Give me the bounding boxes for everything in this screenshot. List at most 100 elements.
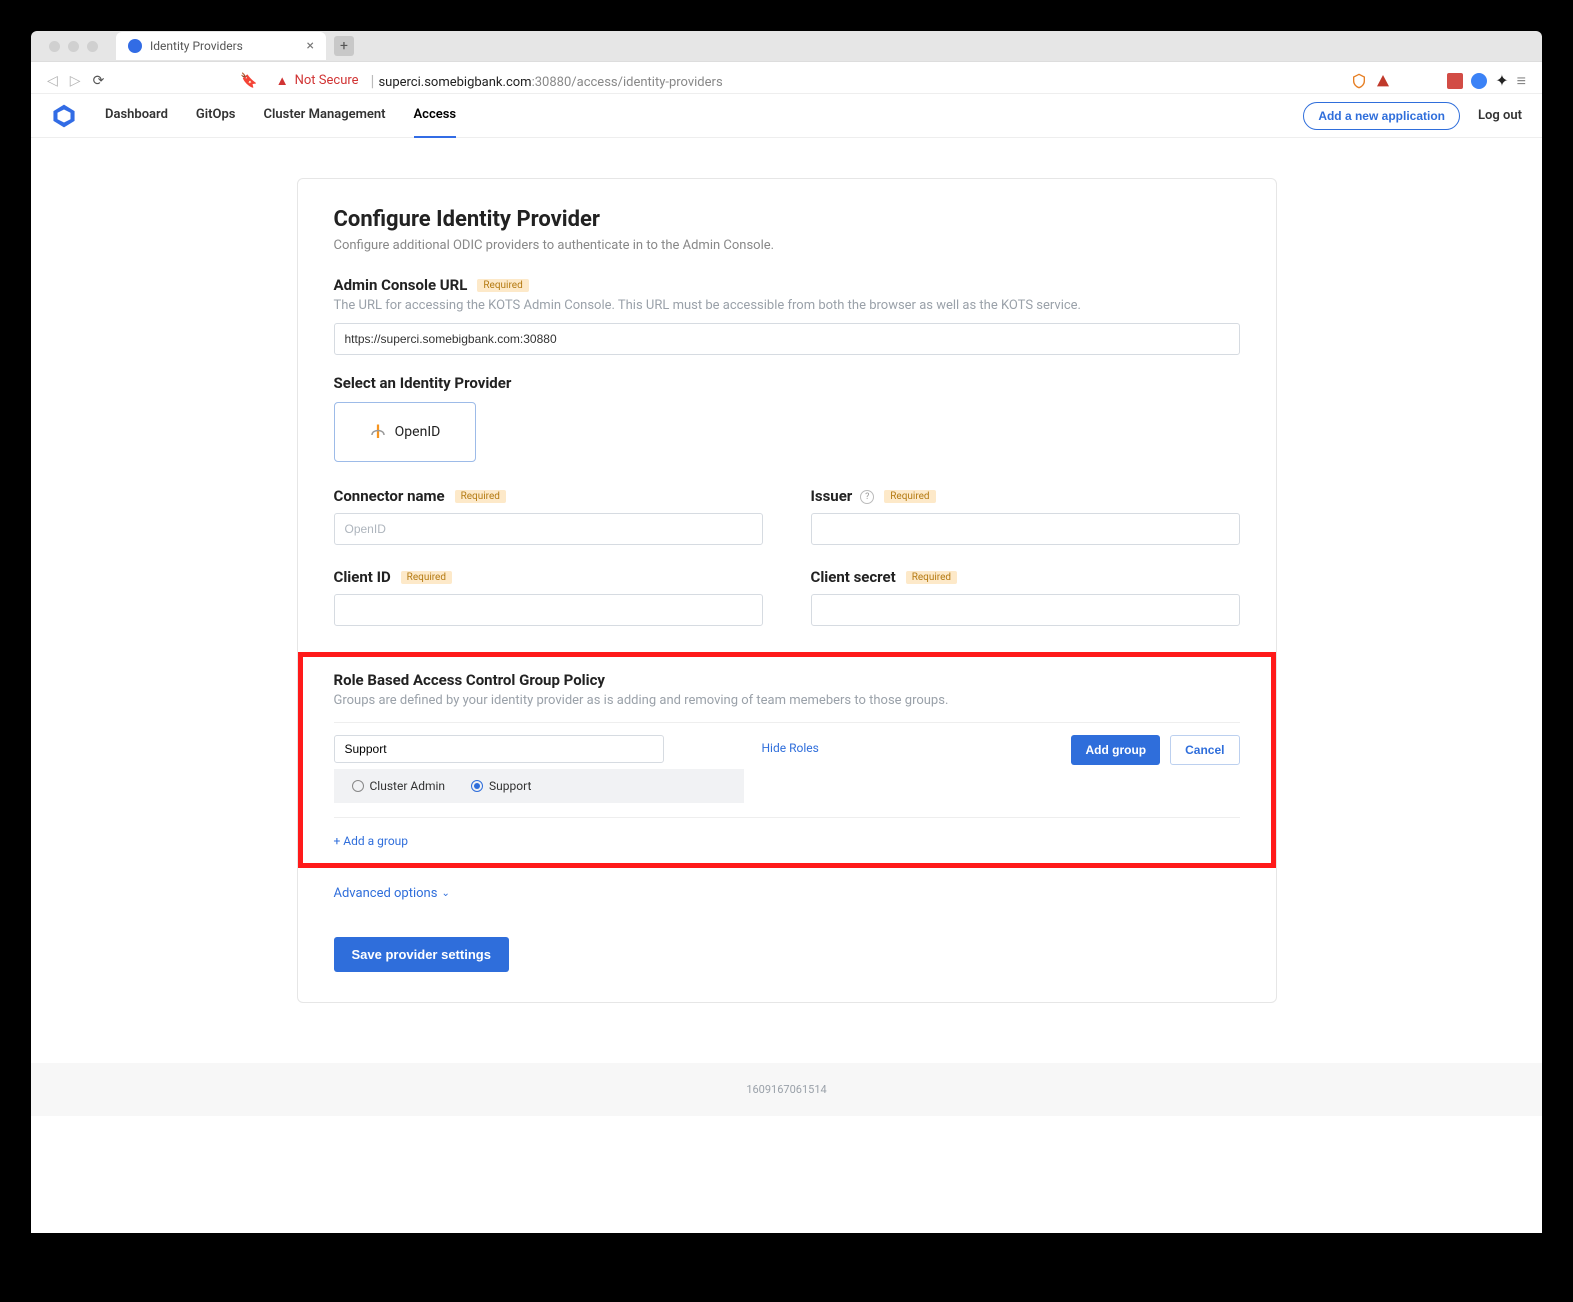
openid-provider-card[interactable]: OpenID xyxy=(334,402,476,462)
connector-name-input[interactable] xyxy=(334,513,763,545)
page-wrap: Configure Identity Provider Configure ad… xyxy=(31,138,1542,1003)
tab-favicon-icon xyxy=(128,39,142,53)
rbac-row: Cluster Admin Support Hide Roles Add gro… xyxy=(334,735,1240,803)
menu-icon[interactable]: ≡ xyxy=(1517,71,1526,91)
required-badge: Required xyxy=(401,571,452,584)
connector-name-label: Connector name xyxy=(334,487,445,505)
save-provider-button[interactable]: Save provider settings xyxy=(334,937,509,972)
shield-icon[interactable] xyxy=(1351,73,1367,89)
advanced-options-label: Advanced options xyxy=(334,886,438,901)
select-idp-section: Select an Identity Provider OpenID xyxy=(334,373,1240,462)
tab-bar: Identity Providers × + xyxy=(31,31,1542,61)
rbac-title: Role Based Access Control Group Policy xyxy=(334,671,1240,689)
security-indicator[interactable]: ▲ Not Secure xyxy=(268,73,367,89)
role-support[interactable]: Support xyxy=(471,779,531,793)
client-id-field: Client ID Required xyxy=(334,567,763,626)
roles-box: Cluster Admin Support xyxy=(334,769,744,803)
issuer-input[interactable] xyxy=(811,513,1240,545)
extension-icon-2[interactable] xyxy=(1471,73,1487,89)
tab-title: Identity Providers xyxy=(150,39,243,53)
admin-url-label: Admin Console URL xyxy=(334,276,468,294)
nav-access[interactable]: Access xyxy=(414,93,457,138)
rbac-subtitle: Groups are defined by your identity prov… xyxy=(334,693,1240,708)
minimize-window-icon[interactable] xyxy=(68,41,79,52)
add-application-button[interactable]: Add a new application xyxy=(1303,102,1460,130)
window-controls xyxy=(39,41,108,52)
divider xyxy=(334,817,1240,818)
advanced-options-toggle[interactable]: Advanced options ⌄ xyxy=(334,886,1240,901)
nav-dashboard[interactable]: Dashboard xyxy=(105,93,168,138)
role-label: Support xyxy=(489,779,531,793)
warning-icon: ▲ xyxy=(276,73,289,89)
cancel-button[interactable]: Cancel xyxy=(1170,735,1239,765)
logout-link[interactable]: Log out xyxy=(1478,108,1522,123)
new-tab-button[interactable]: + xyxy=(334,36,354,56)
maximize-window-icon[interactable] xyxy=(87,41,98,52)
nav-links: Dashboard GitOps Cluster Management Acce… xyxy=(105,93,456,138)
build-number: 1609167061514 xyxy=(746,1083,826,1096)
reload-button[interactable]: ⟳ xyxy=(87,73,111,89)
admin-url-help: The URL for accessing the KOTS Admin Con… xyxy=(334,298,1240,313)
forward-button[interactable]: ▷ xyxy=(64,73,87,89)
browser-chrome: Identity Providers × + ◁ ▷ ⟳ 🔖 ▲ Not Sec… xyxy=(31,31,1542,93)
nav-right: Add a new application Log out xyxy=(1303,102,1522,130)
url-host: superci.somebigbank.com xyxy=(378,75,531,90)
browser-tab[interactable]: Identity Providers × xyxy=(116,32,326,60)
openid-label: OpenID xyxy=(395,424,441,440)
chevron-down-icon: ⌄ xyxy=(441,888,449,899)
role-cluster-admin[interactable]: Cluster Admin xyxy=(352,779,446,793)
url-path: :30880/access/identity-providers xyxy=(532,75,723,90)
url-field[interactable]: superci.somebigbank.com:30880/access/ide… xyxy=(378,71,722,90)
extensions-icon[interactable]: ✦ xyxy=(1495,71,1508,90)
issuer-field: Issuer ? Required xyxy=(811,486,1240,545)
required-badge: Required xyxy=(455,490,506,503)
not-secure-label: Not Secure xyxy=(295,73,359,88)
radio-icon xyxy=(471,780,483,792)
required-badge: Required xyxy=(477,279,528,292)
kubernetes-logo-icon xyxy=(51,103,77,129)
rbac-buttons: Add group Cancel xyxy=(1071,735,1239,765)
client-secret-input[interactable] xyxy=(811,594,1240,626)
connector-name-field: Connector name Required xyxy=(334,486,763,545)
issuer-label: Issuer xyxy=(811,487,853,505)
config-card: Configure Identity Provider Configure ad… xyxy=(297,178,1277,1003)
required-badge: Required xyxy=(906,571,957,584)
client-row: Client ID Required Client secret Require… xyxy=(334,567,1240,644)
openid-icon xyxy=(369,423,387,441)
client-secret-field: Client secret Required xyxy=(811,567,1240,626)
app-nav: Dashboard GitOps Cluster Management Acce… xyxy=(31,94,1542,138)
bookmark-icon[interactable]: 🔖 xyxy=(230,73,267,89)
hide-roles-link[interactable]: Hide Roles xyxy=(762,735,819,755)
addrbar-right: ✦ ≡ xyxy=(1351,71,1532,91)
help-icon[interactable]: ? xyxy=(860,490,874,504)
client-id-label: Client ID xyxy=(334,568,391,586)
radio-icon xyxy=(352,780,364,792)
required-badge: Required xyxy=(884,490,935,503)
separator: | xyxy=(367,71,379,90)
nav-gitops[interactable]: GitOps xyxy=(196,93,236,138)
add-group-link[interactable]: + Add a group xyxy=(334,834,409,848)
close-tab-icon[interactable]: × xyxy=(307,38,314,54)
group-name-input[interactable] xyxy=(334,735,664,763)
app-frame: Dashboard GitOps Cluster Management Acce… xyxy=(31,93,1542,1233)
close-window-icon[interactable] xyxy=(49,41,60,52)
client-id-input[interactable] xyxy=(334,594,763,626)
back-button[interactable]: ◁ xyxy=(41,73,64,89)
page-title: Configure Identity Provider xyxy=(334,207,1240,232)
footer: 1609167061514 xyxy=(31,1063,1542,1116)
select-idp-label: Select an Identity Provider xyxy=(334,374,512,392)
add-group-button[interactable]: Add group xyxy=(1071,735,1160,765)
rbac-section: Role Based Access Control Group Policy G… xyxy=(298,652,1276,868)
admin-url-input[interactable] xyxy=(334,323,1240,355)
page-subtitle: Configure additional ODIC providers to a… xyxy=(334,238,1240,253)
client-secret-label: Client secret xyxy=(811,568,896,586)
brave-icon[interactable] xyxy=(1375,73,1391,89)
extension-icon-1[interactable] xyxy=(1447,73,1463,89)
viewport: Identity Providers × + ◁ ▷ ⟳ 🔖 ▲ Not Sec… xyxy=(0,0,1573,1302)
connector-row: Connector name Required Issuer ? Require… xyxy=(334,486,1240,563)
role-label: Cluster Admin xyxy=(370,779,446,793)
rbac-group-block: Cluster Admin Support xyxy=(334,735,744,803)
nav-cluster-management[interactable]: Cluster Management xyxy=(264,93,386,138)
divider xyxy=(334,722,1240,723)
admin-url-section: Admin Console URL Required The URL for a… xyxy=(334,275,1240,355)
